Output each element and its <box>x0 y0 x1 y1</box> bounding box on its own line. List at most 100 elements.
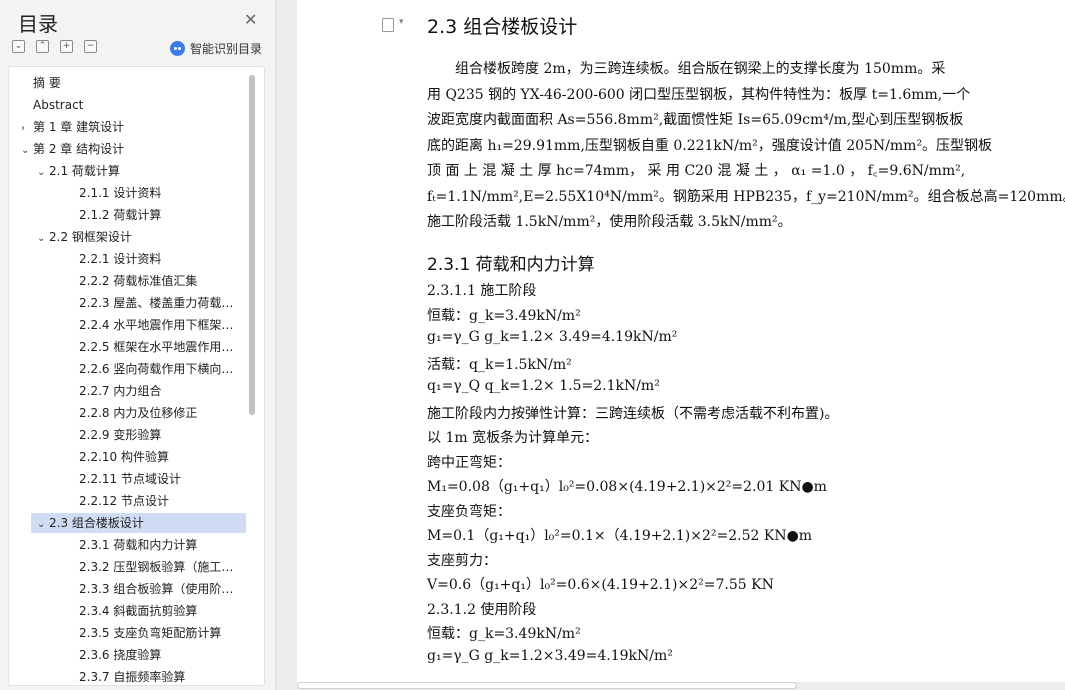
calc-line: g₁=γ_G g_k=1.2×3.49=4.19kN/m² <box>427 647 673 664</box>
toc-item-label: 2.2.4 水平地震作用下框架的… <box>79 318 244 332</box>
toc-item[interactable]: 2.2.2 荷载标准值汇集 <box>9 271 244 291</box>
calc-line: 支座负弯矩： <box>427 503 511 520</box>
toc-item-label: 2.3.4 斜截面抗剪验算 <box>79 604 198 618</box>
toc-item-label: 2.3.1 荷载和内力计算 <box>79 538 198 552</box>
toc-item[interactable]: ⌄ 2.1 荷载计算 <box>9 161 244 181</box>
calc-line: V=0.6（g₁+q₁）l₀²=0.6×(4.19+2.1)×2²=7.55 K… <box>427 577 774 593</box>
calc-line: 恒载：g_k=3.49kN/m² <box>427 307 581 324</box>
toc-item[interactable]: ⌄ 第 2 章 结构设计 <box>9 139 244 159</box>
toc-item-label: 2.3.5 支座负弯矩配筋计算 <box>79 626 222 640</box>
toc-item-label: 2.3.2 压型钢板验算（施工阶… <box>79 560 244 574</box>
toc-item[interactable]: 2.3.6 挠度验算 <box>9 645 244 665</box>
toc-item-label: 2.3.6 挠度验算 <box>79 648 162 662</box>
toc-item[interactable]: 2.3.3 组合板验算（使用阶段… <box>9 579 244 599</box>
toc-item-label: 2.1 荷载计算 <box>49 164 120 178</box>
toc-item-label: 2.2.10 构件验算 <box>79 450 169 464</box>
calc-line: M₁=0.08（g₁+q₁）l₀²=0.08×(4.19+2.1)×2²=2.0… <box>427 479 827 495</box>
toc-item-label: 2.2.7 内力组合 <box>79 384 162 398</box>
toc-item-label: 第 2 章 结构设计 <box>33 142 125 156</box>
calc-line: g₁=γ_G g_k=1.2× 3.49=4.19kN/m² <box>427 329 678 345</box>
toc-item-label: 2.2.9 变形验算 <box>79 428 162 442</box>
calc-line: 支座剪力： <box>427 552 497 569</box>
calc-line: 施工阶段内力按弹性计算：三跨连续板（不需考虑活载不利布置)。 <box>427 405 839 422</box>
paragraph-line: 波距宽度内截面面积 As=556.8mm²,截面惯性矩 Is=65.09cm⁴/… <box>427 112 964 128</box>
smart-toc-label: 智能识别目录 <box>190 42 263 56</box>
collapse-all-icon[interactable]: ⌃ <box>36 40 49 53</box>
horizontal-scrollbar[interactable] <box>297 682 797 689</box>
calc-line: 以 1m 宽板条为计算单元： <box>427 430 599 446</box>
remove-item-icon[interactable]: − <box>84 40 97 53</box>
toc-item[interactable]: 2.3.4 斜截面抗剪验算 <box>9 601 244 621</box>
calc-line: q₁=γ_Q q_k=1.2× 1.5=2.1kN/m² <box>427 378 660 394</box>
calc-line: M=0.1（g₁+q₁）l₀²=0.1×（4.19+2.1)×2²=2.52 K… <box>427 528 813 544</box>
toc-item-label: Abstract <box>33 98 84 112</box>
chevron-icon[interactable]: › <box>21 119 33 137</box>
smart-toc-button[interactable]: 智能识别目录 <box>170 40 262 57</box>
toc-scrollbar[interactable] <box>249 75 255 415</box>
paragraph-line: 用 Q235 钢的 YX-46-200-600 闭口型压型钢板，其构件特性为：板… <box>427 86 971 103</box>
calc-line: 活载：q_k=1.5kN/m² <box>427 356 572 373</box>
toc-item-label: 2.2.3 屋盖、楼盖重力荷载代… <box>79 296 244 310</box>
toc-item[interactable]: 2.3.5 支座负弯矩配筋计算 <box>9 623 244 643</box>
toc-item[interactable]: 2.3.7 自振频率验算 <box>9 667 244 685</box>
toc-item[interactable]: 2.2.5 框架在水平地震作用下… <box>9 337 244 357</box>
section-heading: 2.3 组合楼板设计 <box>427 16 578 38</box>
toc-list: 摘 要 Abstract › 第 1 章 建筑设计 ⌄ 第 2 章 结构设计 ⌄ 2.1 荷载… <box>8 66 265 686</box>
toc-item-label: 2.2.2 荷载标准值汇集 <box>79 274 198 288</box>
toc-item-label: 2.2.8 内力及位移修正 <box>79 406 198 420</box>
toc-sidebar: 目录 ✕ ⌄ ⌃ + − 智能识别目录 摘 要 Abstract › 第 1 章 建筑… <box>0 0 276 690</box>
toc-item[interactable]: 2.2.4 水平地震作用下框架的… <box>9 315 244 335</box>
ai-assistant-icon <box>170 41 185 56</box>
toc-item-label: 2.3.3 组合板验算（使用阶段… <box>79 582 244 596</box>
toc-item[interactable]: ⌄ 2.3 组合楼板设计 <box>31 513 246 533</box>
paragraph-line: 底的距离 h₁=29.91mm,压型钢板自重 0.221kN/m²，强度设计值 … <box>427 137 993 154</box>
toc-item[interactable]: 2.1.2 荷载计算 <box>9 205 244 225</box>
chevron-icon[interactable]: ⌄ <box>37 515 49 533</box>
document-page: 2.3 组合楼板设计 组合楼板跨度 2m，为三跨连续板。组合版在钢梁上的支撑长度… <box>297 0 1065 682</box>
toc-item[interactable]: 2.2.1 设计资料 <box>9 249 244 269</box>
toc-item[interactable]: › 第 1 章 建筑设计 <box>9 117 244 137</box>
toc-item-label: 2.2.12 节点设计 <box>79 494 169 508</box>
toc-item[interactable]: 2.3.1 荷载和内力计算 <box>9 535 244 555</box>
toc-item[interactable]: 2.2.8 内力及位移修正 <box>9 403 244 423</box>
toc-item-label: 2.2 钢框架设计 <box>49 230 132 244</box>
toc-item[interactable]: 2.3.2 压型钢板验算（施工阶… <box>9 557 244 577</box>
toc-item[interactable]: 2.2.7 内力组合 <box>9 381 244 401</box>
calc-line: 2.3.1.1 施工阶段 <box>427 283 537 299</box>
paragraph-line: 组合楼板跨度 2m，为三跨连续板。组合版在钢梁上的支撑长度为 150mm。采 <box>427 61 946 77</box>
toc-item[interactable]: 2.2.9 变形验算 <box>9 425 244 445</box>
toc-item-label: 2.2.5 框架在水平地震作用下… <box>79 340 244 354</box>
chevron-icon[interactable]: ⌄ <box>37 229 49 247</box>
document-area: 2.3 组合楼板设计 组合楼板跨度 2m，为三跨连续板。组合版在钢梁上的支撑长度… <box>277 0 1065 690</box>
toc-item-label: 2.1.1 设计资料 <box>79 186 162 200</box>
document-icon[interactable] <box>382 17 404 32</box>
subsection-heading: 2.3.1 荷载和内力计算 <box>427 255 595 275</box>
toc-item-label: 2.2.1 设计资料 <box>79 252 162 266</box>
toc-item-label: 2.1.2 荷载计算 <box>79 208 162 222</box>
toc-item[interactable]: 2.2.10 构件验算 <box>9 447 244 467</box>
toc-item-label: 第 1 章 建筑设计 <box>33 120 125 134</box>
close-icon[interactable]: ✕ <box>244 10 257 29</box>
paragraph-line: fₜ=1.1N/mm²,E=2.55X10⁴N/mm²。钢筋采用 HPB235，… <box>427 188 1065 205</box>
toc-item-label: 2.3.7 自振频率验算 <box>79 670 186 684</box>
expand-all-icon[interactable]: ⌄ <box>12 40 25 53</box>
chevron-icon[interactable]: ⌄ <box>37 163 49 181</box>
toc-item[interactable]: Abstract <box>9 95 244 115</box>
toc-item[interactable]: ⌄ 2.2 钢框架设计 <box>9 227 244 247</box>
toc-item[interactable]: 2.2.11 节点域设计 <box>9 469 244 489</box>
sidebar-title: 目录 <box>18 12 58 36</box>
paragraph-line: 施工阶段活载 1.5kN/mm²，使用阶段活载 3.5kN/mm²。 <box>427 214 792 230</box>
add-item-icon[interactable]: + <box>60 40 73 53</box>
toc-item[interactable]: 2.2.3 屋盖、楼盖重力荷载代… <box>9 293 244 313</box>
toc-item[interactable]: 2.1.1 设计资料 <box>9 183 244 203</box>
chevron-icon[interactable]: ⌄ <box>21 141 33 159</box>
calc-line: 跨中正弯矩： <box>427 454 511 471</box>
toc-item-label: 2.3 组合楼板设计 <box>49 516 144 530</box>
calc-line: 2.3.1.2 使用阶段 <box>427 601 537 618</box>
toc-item[interactable]: 2.2.6 竖向荷载作用下横向框… <box>9 359 244 379</box>
paragraph-line: 顶 面 上 混 凝 土 厚 hc=74mm， 采 用 C20 混 凝 土 ， α… <box>427 163 966 179</box>
toc-item-label: 2.2.6 竖向荷载作用下横向框… <box>79 362 244 376</box>
toc-item[interactable]: 摘 要 <box>9 73 244 93</box>
toc-item-label: 2.2.11 节点域设计 <box>79 472 181 486</box>
toc-item[interactable]: 2.2.12 节点设计 <box>9 491 244 511</box>
